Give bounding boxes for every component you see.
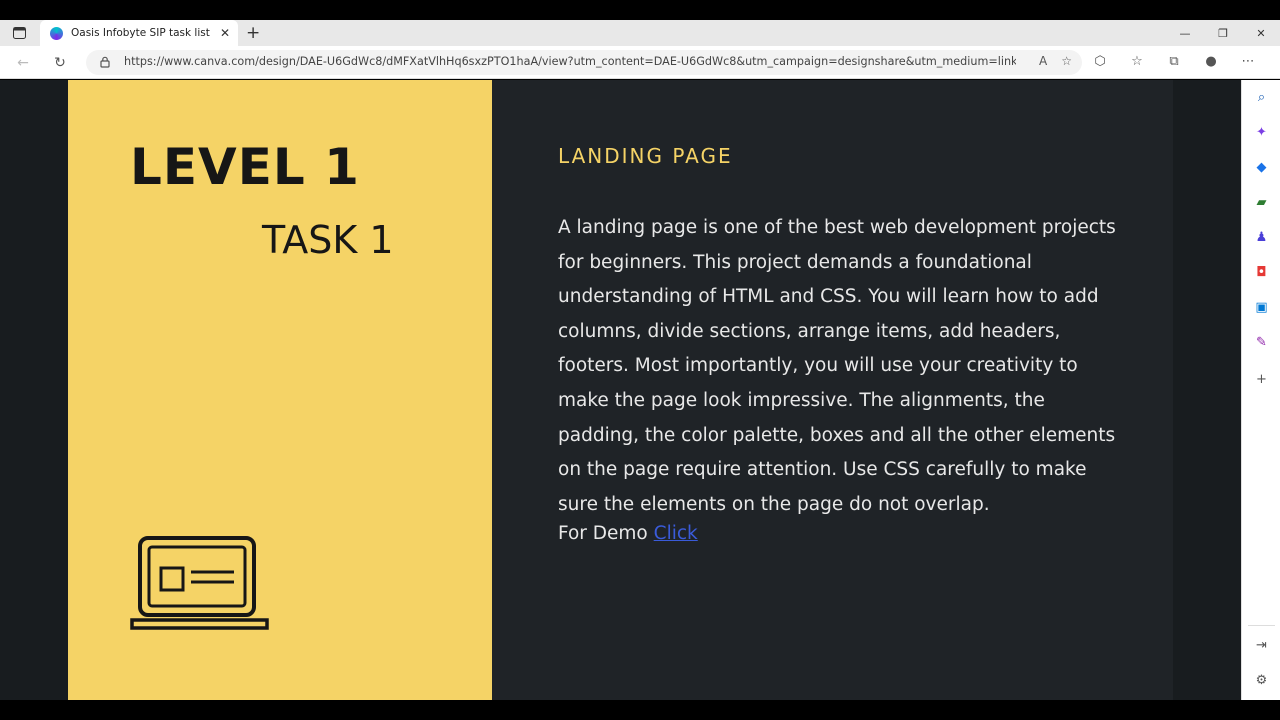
lock-icon[interactable] bbox=[98, 55, 112, 69]
address-toolbar: ← ↻ https://www.canva.com/design/DAE-U6G… bbox=[0, 46, 1280, 79]
window-controls: — ❐ ✕ bbox=[1166, 20, 1280, 46]
read-aloud-icon[interactable]: A bbox=[1039, 54, 1047, 68]
tab-strip: Oasis Infobyte SIP task list ✕ + — ❐ ✕ bbox=[0, 20, 1280, 46]
description-line: on the page require attention. Use CSS c… bbox=[558, 459, 1087, 481]
description-line: make the page look impressive. The align… bbox=[558, 389, 1045, 411]
plus-icon[interactable]: + bbox=[1253, 371, 1270, 388]
profile-icon[interactable]: ● bbox=[1201, 54, 1221, 69]
search-icon[interactable]: ⌕ bbox=[1253, 89, 1270, 106]
bottom-border bbox=[0, 700, 1280, 720]
sparkle-icon[interactable]: ✦ bbox=[1253, 124, 1270, 141]
tab-title: Oasis Infobyte SIP task list bbox=[71, 27, 210, 39]
laptop-icon bbox=[130, 536, 269, 630]
outlook-icon[interactable]: ▣ bbox=[1253, 299, 1270, 316]
description-line: A landing page is one of the best web de… bbox=[558, 217, 1116, 238]
slide-right-panel: LANDING PAGE A landing page is one of th… bbox=[492, 80, 1173, 700]
chess-icon[interactable]: ♟ bbox=[1253, 229, 1270, 246]
browser-tab[interactable]: Oasis Infobyte SIP task list ✕ bbox=[40, 20, 238, 46]
hide-sidebar-icon[interactable]: ⇥ bbox=[1253, 637, 1270, 654]
description-line: for beginners. This project demands a fo… bbox=[558, 251, 1032, 273]
toolbox-icon[interactable]: ▰ bbox=[1253, 194, 1270, 211]
office-icon[interactable]: ◘ bbox=[1253, 264, 1270, 281]
demo-label: For Demo bbox=[558, 523, 648, 544]
close-window-icon[interactable]: ✕ bbox=[1242, 20, 1280, 46]
top-border bbox=[0, 0, 1280, 20]
demo-link[interactable]: Click bbox=[654, 523, 698, 544]
tab-actions-icon[interactable] bbox=[8, 24, 30, 42]
description-text: A landing page is one of the best web de… bbox=[558, 211, 1118, 522]
edge-sidebar: ⌕ ✦ ◆ ▰ ♟ ◘ ▣ ✎ + ⇥ ⚙ bbox=[1241, 80, 1280, 700]
level-title: LEVEL 1 bbox=[130, 138, 360, 196]
sidebar-divider bbox=[1248, 625, 1275, 626]
close-tab-icon[interactable]: ✕ bbox=[220, 26, 230, 40]
collections-icon[interactable]: ⧉ bbox=[1164, 54, 1184, 69]
designer-icon[interactable]: ✎ bbox=[1253, 334, 1270, 351]
slide-left-panel: LEVEL 1 TASK 1 bbox=[68, 80, 492, 700]
section-heading: LANDING PAGE bbox=[558, 144, 733, 168]
new-tab-icon[interactable]: + bbox=[246, 23, 260, 43]
favorite-add-icon[interactable]: ☆ bbox=[1061, 54, 1072, 68]
extensions-icon[interactable]: ⬡ bbox=[1090, 54, 1110, 69]
restore-icon[interactable]: ❐ bbox=[1204, 20, 1242, 46]
minimize-icon[interactable]: — bbox=[1166, 20, 1204, 46]
description-line: padding, the color palette, boxes and al… bbox=[558, 424, 1116, 446]
task-title: TASK 1 bbox=[262, 218, 394, 262]
tag-icon[interactable]: ◆ bbox=[1253, 159, 1270, 176]
description-line: understanding of HTML and CSS. You will … bbox=[558, 286, 1099, 308]
description-line: sure the elements on the page do not ove… bbox=[558, 493, 990, 515]
back-icon[interactable]: ← bbox=[12, 52, 34, 74]
description-line: columns, divide sections, arrange items,… bbox=[558, 320, 1061, 342]
canva-favicon-icon bbox=[50, 26, 63, 40]
address-bar[interactable]: https://www.canva.com/design/DAE-U6GdWc8… bbox=[86, 50, 1082, 75]
favorites-icon[interactable]: ☆ bbox=[1127, 54, 1147, 69]
refresh-icon[interactable]: ↻ bbox=[49, 52, 71, 74]
description-line: footers. Most importantly, you will use … bbox=[558, 355, 1078, 377]
demo-line: For Demo Click bbox=[558, 523, 698, 544]
url-text[interactable]: https://www.canva.com/design/DAE-U6GdWc8… bbox=[124, 55, 1016, 68]
canva-view: LEVEL 1 TASK 1 LANDING PAGE A landing pa… bbox=[0, 80, 1241, 700]
more-menu-icon[interactable]: ⋯ bbox=[1238, 54, 1258, 69]
settings-icon[interactable]: ⚙ bbox=[1253, 672, 1270, 689]
